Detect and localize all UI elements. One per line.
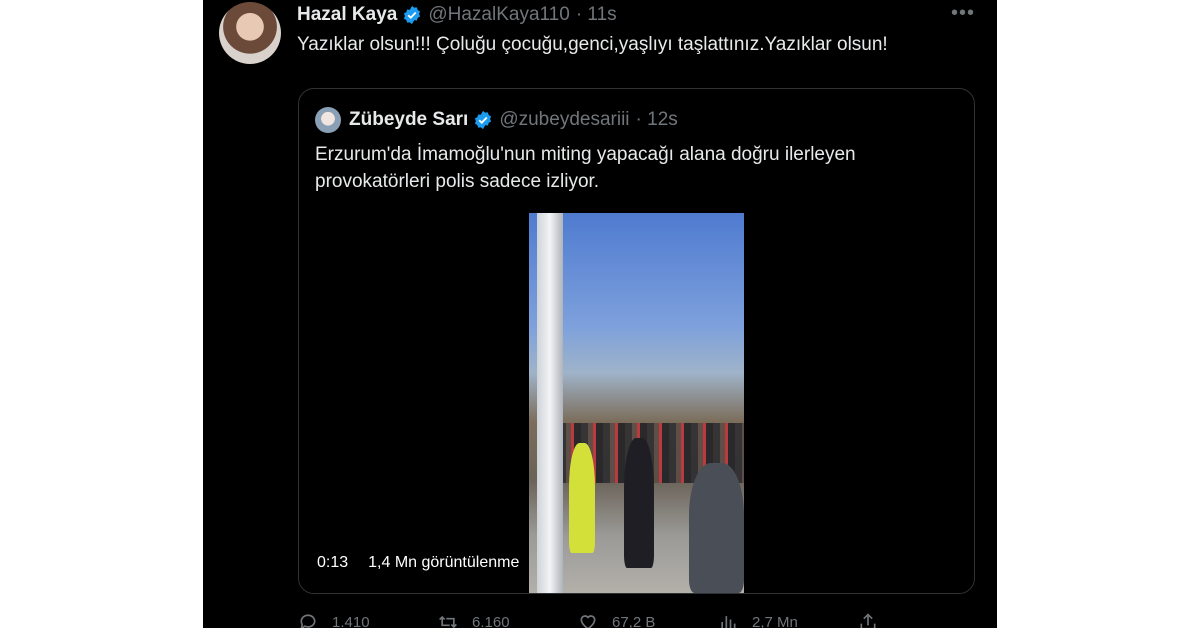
author-avatar[interactable] <box>219 2 281 64</box>
share-icon <box>860 613 876 628</box>
tweet-header: Hazal Kaya @HazalKaya110 · 11s <box>297 4 617 26</box>
like-count: 67,2 B <box>612 613 656 628</box>
reply-button[interactable]: 1.410 <box>298 612 438 628</box>
author-handle[interactable]: @HazalKaya110 <box>428 4 569 26</box>
quoted-header: Zübeyde Sarı @zubeydesariii · 12s <box>315 107 678 133</box>
video-player[interactable]: 0:13 1,4 Mn görüntülenme <box>299 213 974 593</box>
reply-count: 1.410 <box>332 613 370 628</box>
person-figure <box>624 438 654 568</box>
action-bar: 1.410 6.160 67,2 B 2,7 Mn <box>298 612 898 628</box>
pole <box>537 213 563 593</box>
reply-icon <box>300 614 316 628</box>
views-icon <box>721 616 736 628</box>
repost-button[interactable]: 6.160 <box>438 612 578 628</box>
tweet[interactable]: Hazal Kaya @HazalKaya110 · 11s ••• Yazık… <box>203 0 997 628</box>
verified-badge-icon <box>404 5 421 25</box>
person-figure <box>569 443 595 553</box>
views-count: 2,7 Mn <box>752 613 798 628</box>
like-icon <box>580 615 596 628</box>
verified-badge-icon <box>475 110 492 130</box>
quoted-text: Erzurum'da İmamoğlu'nun miting yapacağı … <box>315 144 856 192</box>
tweet-text: Yazıklar olsun!!! Çoluğu çocuğu,genci,ya… <box>297 34 888 55</box>
quoted-author-name[interactable]: Zübeyde Sarı <box>349 109 468 131</box>
person-figure <box>689 463 744 593</box>
video-meta: 0:13 1,4 Mn görüntülenme <box>311 551 526 575</box>
video-duration: 0:13 <box>311 551 355 575</box>
repost-count: 6.160 <box>472 613 510 628</box>
quoted-time[interactable]: · 12s <box>636 109 678 131</box>
tweet-time[interactable]: · 11s <box>576 4 617 26</box>
video-views: 1,4 Mn görüntülenme <box>362 551 526 575</box>
video-frame[interactable] <box>529 213 744 593</box>
like-button[interactable]: 67,2 B <box>578 612 718 628</box>
quoted-avatar[interactable] <box>315 107 341 133</box>
views-button[interactable]: 2,7 Mn <box>718 612 858 628</box>
quoted-tweet[interactable]: Zübeyde Sarı @zubeydesariii · 12s Erzuru… <box>298 88 975 594</box>
quoted-author-handle[interactable]: @zubeydesariii <box>499 109 629 131</box>
author-name[interactable]: Hazal Kaya <box>297 4 397 26</box>
repost-icon <box>439 615 457 628</box>
share-button[interactable] <box>858 612 898 628</box>
more-icon[interactable]: ••• <box>951 2 975 25</box>
